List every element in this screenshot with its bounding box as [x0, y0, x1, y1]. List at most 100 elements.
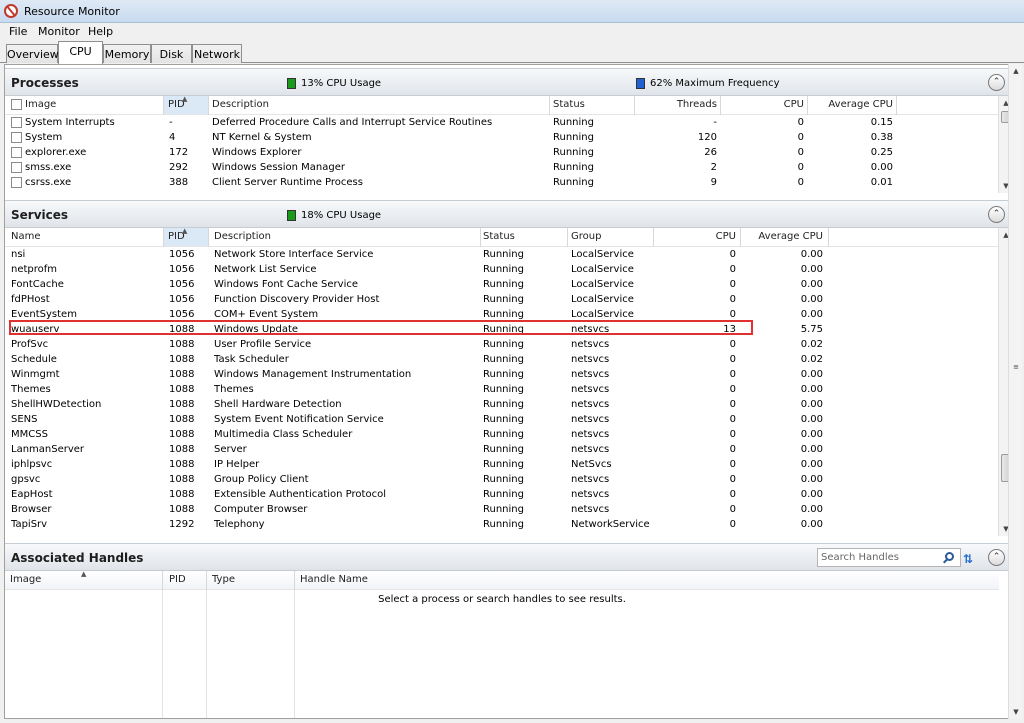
cell-pid: -: [169, 117, 173, 128]
service-row[interactable]: EapHost 1088 Extensible Authentication Pro…: [5, 487, 999, 502]
services-header[interactable]: Services 18% CPU Usage ⌃: [5, 200, 1021, 228]
col-average-cpu[interactable]: Average CPU: [743, 231, 823, 242]
cell-group: NetworkService: [571, 519, 650, 530]
col-handle-name[interactable]: Handle Name: [300, 574, 368, 585]
collapse-processes-button[interactable]: ⌃: [988, 74, 1005, 91]
service-row[interactable]: MMCSS 1088 Multimedia Class Scheduler Runni…: [5, 427, 999, 442]
cell-description: Windows Management Instrumentation: [214, 369, 412, 380]
scroll-grip-icon[interactable]: ≡: [1009, 360, 1023, 374]
col-description[interactable]: Description: [212, 99, 269, 110]
tab-cpu[interactable]: CPU: [58, 41, 103, 64]
menu-monitor[interactable]: Monitor: [38, 25, 80, 38]
col-threads[interactable]: Threads: [637, 99, 717, 110]
col-image[interactable]: Image: [10, 574, 41, 585]
tab-network[interactable]: Network: [192, 44, 242, 63]
processes-header[interactable]: Processes 13% CPU Usage 62% Maximum Freq…: [5, 68, 1021, 96]
col-image[interactable]: Image: [25, 99, 56, 110]
scroll-up-icon[interactable]: ▲: [1009, 64, 1023, 78]
col-cpu[interactable]: CPU: [656, 231, 736, 242]
panel-scrollbar[interactable]: ▲ ≡ ▼: [1008, 64, 1022, 719]
service-row[interactable]: Schedule 1088 Task Scheduler Running netsvcs…: [5, 352, 999, 367]
search-icon[interactable]: [945, 552, 954, 561]
cell-name: gpsvc: [11, 474, 41, 485]
col-name[interactable]: Name: [11, 231, 41, 242]
cell-cpu: 0: [729, 309, 736, 320]
cell-name: EapHost: [11, 489, 53, 500]
process-checkbox[interactable]: [11, 117, 22, 128]
col-type[interactable]: Type: [212, 574, 235, 585]
col-group[interactable]: Group: [571, 231, 601, 242]
cell-status: Running: [483, 414, 524, 425]
col-status[interactable]: Status: [483, 231, 515, 242]
service-row[interactable]: SENS 1088 System Event Notification Servic…: [5, 412, 999, 427]
process-row[interactable]: System Interrupts - Deferred Procedure Cal…: [5, 115, 999, 130]
cell-avg-cpu: 0.00: [800, 489, 823, 500]
cell-status: Running: [553, 147, 594, 158]
service-row[interactable]: LanmanServer 1088 Server Running netsvcs 0 0.0…: [5, 442, 999, 457]
service-row[interactable]: ProfSvc 1088 User Profile Service Running ne…: [5, 337, 999, 352]
process-checkbox[interactable]: [11, 162, 22, 173]
service-row[interactable]: fdPHost 1056 Function Discovery Provider H…: [5, 292, 999, 307]
processes-title: Processes: [11, 76, 79, 90]
col-pid[interactable]: PID ▲: [164, 96, 208, 114]
col-status[interactable]: Status: [553, 99, 585, 110]
cell-status: Running: [483, 384, 524, 395]
services-table: Name PID ▲ Description Status Group CPU …: [5, 228, 999, 536]
cell-avg-cpu: 0.00: [800, 414, 823, 425]
service-row[interactable]: iphlpsvc 1088 IP Helper Running NetSvcs 0 0.00: [5, 457, 999, 472]
process-row[interactable]: csrss.exe 388 Client Server Runtime Proces…: [5, 175, 999, 190]
service-row[interactable]: FontCache 1056 Windows Font Cache Service R…: [5, 277, 999, 292]
cell-status: Running: [553, 162, 594, 173]
handles-header[interactable]: Associated Handles ⇅ ⌃: [5, 543, 1021, 571]
refresh-icon[interactable]: ⇅: [963, 552, 973, 566]
cell-pid: 1088: [169, 384, 195, 395]
col-pid[interactable]: PID ▲: [164, 228, 208, 246]
process-checkbox[interactable]: [11, 132, 22, 143]
cell-threads: 2: [710, 162, 717, 173]
cell-pid: 4: [169, 132, 176, 143]
tab-disk[interactable]: Disk: [151, 44, 192, 63]
service-row[interactable]: nsi 1056 Network Store Interface Service Ru…: [5, 247, 999, 262]
cell-status: Running: [483, 249, 524, 260]
processes-table-header: Image PID ▲ Description Status Threads C…: [5, 96, 999, 115]
tab-overview[interactable]: Overview: [6, 44, 59, 63]
search-handles-box[interactable]: [817, 548, 961, 567]
tab-memory[interactable]: Memory: [103, 44, 151, 63]
service-row[interactable]: netprofm 1056 Network List Service Running L…: [5, 262, 999, 277]
select-all-checkbox[interactable]: [11, 99, 22, 110]
cell-avg-cpu: 0.02: [800, 354, 823, 365]
wuauserv-highlight-box: [9, 320, 753, 335]
service-row[interactable]: Browser 1088 Computer Browser Running netsvc…: [5, 502, 999, 517]
col-cpu[interactable]: CPU: [723, 99, 804, 110]
col-description[interactable]: Description: [214, 231, 271, 242]
process-row[interactable]: smss.exe 292 Windows Session Manager Runnin…: [5, 160, 999, 175]
process-checkbox[interactable]: [11, 177, 22, 188]
collapse-services-button[interactable]: ⌃: [988, 206, 1005, 223]
cell-threads: 26: [704, 147, 717, 158]
service-row[interactable]: Themes 1088 Themes Running netsvcs 0 0.00: [5, 382, 999, 397]
cell-group: netsvcs: [571, 474, 610, 485]
menu-file[interactable]: File: [9, 25, 27, 38]
process-checkbox[interactable]: [11, 147, 22, 158]
process-row[interactable]: explorer.exe 172 Windows Explorer Running 26…: [5, 145, 999, 160]
collapse-handles-button[interactable]: ⌃: [988, 549, 1005, 566]
menu-help[interactable]: Help: [88, 25, 113, 38]
cell-status: Running: [483, 294, 524, 305]
cell-group: NetSvcs: [571, 459, 612, 470]
col-average-cpu[interactable]: Average CPU: [810, 99, 893, 110]
service-row[interactable]: TapiSrv 1292 Telephony Running NetworkServic…: [5, 517, 999, 532]
handles-empty-hint: Select a process or search handles to se…: [378, 594, 626, 605]
cell-pid: 1088: [169, 399, 195, 410]
service-row[interactable]: gpsvc 1088 Group Policy Client Running netsv…: [5, 472, 999, 487]
service-row[interactable]: ShellHWDetection 1088 Shell Hardware Detec…: [5, 397, 999, 412]
search-handles-input[interactable]: [818, 549, 938, 566]
handles-table: Image ▲ PID Type Handle Name Select a pr…: [5, 571, 999, 718]
process-row[interactable]: System 4 NT Kernel & System Running 120 0 0.38: [5, 130, 999, 145]
scroll-down-icon[interactable]: ▼: [1009, 705, 1023, 719]
service-row[interactable]: Winmgmt 1088 Windows Management Instrument…: [5, 367, 999, 382]
col-pid[interactable]: PID: [169, 574, 186, 585]
cell-description: Server: [214, 444, 247, 455]
cell-status: Running: [483, 459, 524, 470]
cell-pid: 1088: [169, 459, 195, 470]
cell-description: NT Kernel & System: [212, 132, 312, 143]
